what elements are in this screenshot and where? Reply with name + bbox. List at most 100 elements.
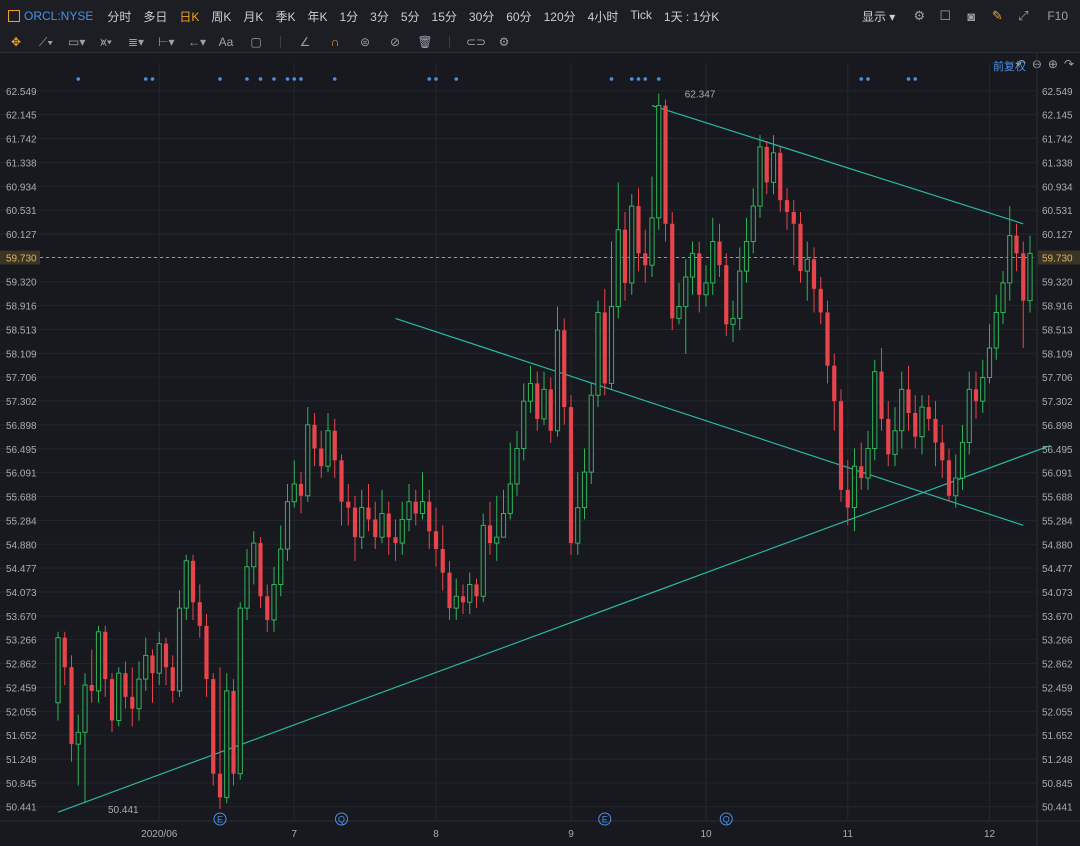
candle-body-up xyxy=(959,442,966,479)
candlestick-chart[interactable]: 62.549 62.549 62.145 62.145 61.742 61.742 61.3… xyxy=(0,53,1080,846)
candle-body-down xyxy=(818,288,823,313)
right-toolbar: 显示 ▾ ⚙ ☐ ◙ ✎ ⤢ F10 xyxy=(856,0,1074,32)
y-tick-label-right: 60.934 xyxy=(1042,182,1073,193)
x-tick-label: 10 xyxy=(700,829,712,840)
period-tab-3[interactable]: 周K xyxy=(205,8,237,25)
window-layout-icon[interactable]: ☐ xyxy=(937,8,953,24)
pencil-icon[interactable]: ✎ xyxy=(989,8,1005,24)
candle-body-down xyxy=(265,596,270,620)
move-cross-icon[interactable]: ✥ xyxy=(8,35,24,49)
magnet-icon[interactable]: ∩ xyxy=(327,35,343,49)
candle-body-up xyxy=(608,306,615,384)
dividend-dot xyxy=(143,77,148,81)
y-tick-label-right: 61.338 xyxy=(1042,158,1073,169)
period-tab-12[interactable]: 60分 xyxy=(500,8,537,25)
measure-tool-icon[interactable]: ⊢▾ xyxy=(158,35,174,49)
period-tab-0[interactable]: 分时 xyxy=(101,8,137,25)
symbol-selector[interactable]: ORCL:NYSE xyxy=(0,9,101,23)
period-tab-13[interactable]: 120分 xyxy=(538,8,582,25)
hide-drawing-icon[interactable]: ⊘ xyxy=(387,35,403,49)
dividend-dot xyxy=(292,77,297,81)
fibonacci-tool-icon[interactable]: ≣▾ xyxy=(128,35,144,49)
period-tab-5[interactable]: 季K xyxy=(269,8,301,25)
candle-body-up xyxy=(595,311,601,396)
candle-body-down xyxy=(312,424,317,449)
ruler-icon[interactable]: ∠ xyxy=(297,35,313,49)
candle-body-up xyxy=(743,241,750,272)
gear-icon[interactable]: ⚙ xyxy=(911,8,927,24)
candle-body-up xyxy=(514,447,520,485)
period-tab-4[interactable]: 月K xyxy=(237,8,269,25)
candle-body-up xyxy=(710,241,716,284)
trash-icon[interactable]: 🗑 xyxy=(417,35,433,49)
candle-body-down xyxy=(346,501,351,508)
candle-body-down xyxy=(845,489,850,508)
candle-body-up xyxy=(1027,252,1033,302)
drawing-settings-icon[interactable]: ⚙ xyxy=(496,35,512,49)
y-tick-label-right: 58.916 xyxy=(1042,302,1073,313)
candle-body-up xyxy=(291,483,297,503)
rectangle-tool-icon[interactable]: ▭▾ xyxy=(68,35,85,49)
camera-icon[interactable]: ◙ xyxy=(963,9,979,24)
period-tab-2[interactable]: 日K xyxy=(173,8,205,25)
arrow-tool-icon[interactable]: ←▾ xyxy=(188,35,206,49)
candle-body-down xyxy=(103,631,108,680)
y-tick-label-left: 62.145 xyxy=(6,111,37,122)
text-tool-icon[interactable]: Aa xyxy=(218,35,234,49)
lock-drawing-icon[interactable]: ⊜ xyxy=(357,35,373,49)
period-tab-14[interactable]: 4小时 xyxy=(582,8,625,25)
fullscreen-icon[interactable]: ⤢ xyxy=(1015,8,1031,24)
candle-body-up xyxy=(116,672,122,721)
period-tab-11[interactable]: 30分 xyxy=(463,8,500,25)
trendline-upper-resistance xyxy=(651,104,1024,225)
candle-body-down xyxy=(724,265,729,325)
candle-body-up xyxy=(82,684,88,733)
period-tabs: 分时 多日 日K 周K 月K 季K 年K 1分 3分 5分 15分 30分 60分 120分 4小时 Tick… xyxy=(101,8,725,25)
dividend-dot xyxy=(427,77,432,81)
f10-button[interactable]: F10 xyxy=(1041,9,1074,23)
y-tick-label-right: 55.284 xyxy=(1042,516,1073,527)
line-tool-icon[interactable]: ⟋▾ xyxy=(38,35,54,50)
candle-body-down xyxy=(697,253,702,295)
top-toolbar: ORCL:NYSE 分时 多日 日K 周K 月K 季K 年K 1分 3分 5分 15分 30分 60分 1… xyxy=(0,0,1080,33)
candle-body-down xyxy=(474,584,479,597)
candle-body-up xyxy=(325,430,331,467)
period-tab-7[interactable]: 1分 xyxy=(333,8,364,25)
link-icon[interactable]: ⊂⊃ xyxy=(466,35,486,49)
candle-body-down xyxy=(258,543,263,597)
candle-body-down xyxy=(886,418,891,455)
candle-body-down xyxy=(109,679,115,721)
candle-body-down xyxy=(413,501,418,514)
y-tick-label-right: 51.248 xyxy=(1042,755,1073,766)
y-tick-label-left: 56.495 xyxy=(6,445,37,456)
period-tab-6[interactable]: 年K xyxy=(301,8,333,25)
candle-body-up xyxy=(993,311,999,349)
y-tick-label-left: 58.109 xyxy=(6,349,37,360)
period-tab-1[interactable]: 多日 xyxy=(137,8,173,25)
dividend-dot xyxy=(629,77,634,81)
candle-body-up xyxy=(176,607,183,692)
y-tick-label-right: 54.073 xyxy=(1042,588,1073,599)
period-tab-10[interactable]: 15分 xyxy=(426,8,463,25)
pattern-tool-icon[interactable]: ⩙▾ xyxy=(98,35,114,50)
candle-body-down xyxy=(717,241,722,266)
period-tab-16[interactable]: 1天 : 1分K xyxy=(658,8,725,25)
candle-body-down xyxy=(568,407,574,544)
y-tick-label-left: 61.338 xyxy=(6,158,37,169)
candle-body-up xyxy=(676,306,682,319)
comment-icon[interactable]: ▢ xyxy=(248,35,264,49)
y-tick-label-left: 50.845 xyxy=(6,779,37,790)
candle-body-up xyxy=(467,583,473,603)
candle-body-up xyxy=(649,217,655,266)
candle-body-up xyxy=(986,347,993,379)
period-tab-9[interactable]: 5分 xyxy=(395,8,426,25)
candle-body-down xyxy=(811,259,817,289)
period-tab-15[interactable]: Tick xyxy=(624,8,658,25)
y-tick-label-left: 57.706 xyxy=(6,373,37,384)
y-tick-label-left: 51.652 xyxy=(6,731,37,742)
y-tick-label-left: 55.688 xyxy=(6,492,37,503)
candle-body-up xyxy=(575,507,581,544)
toolbar-divider xyxy=(449,36,450,48)
display-menu-button[interactable]: 显示 ▾ xyxy=(856,8,901,25)
period-tab-8[interactable]: 3分 xyxy=(364,8,395,25)
